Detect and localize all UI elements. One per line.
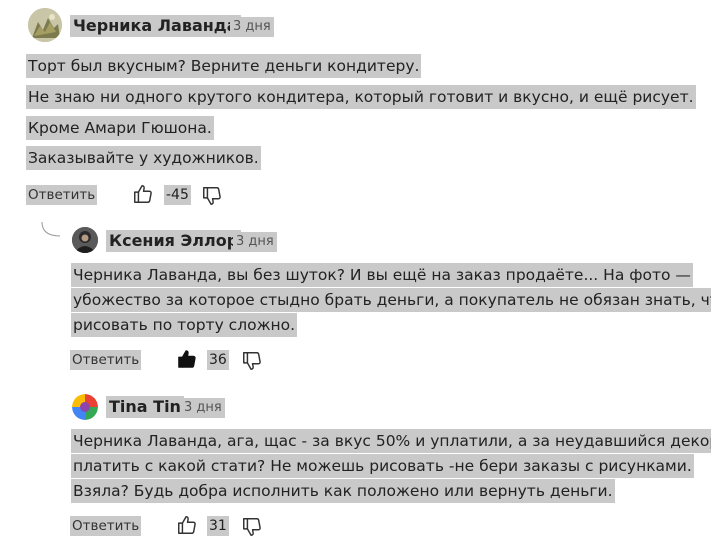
- like-count: -45: [164, 185, 191, 205]
- thumbs-down-outline-icon[interactable]: [241, 516, 263, 538]
- comment-text-line: Кроме Амари Гюшона.: [26, 116, 214, 140]
- comment-text-line: Взяла? Будь добра исполнить как положено…: [71, 479, 615, 503]
- reply-button[interactable]: Ответить: [26, 185, 98, 205]
- avatar[interactable]: [72, 394, 98, 420]
- comment-text-line: Заказывайте у художников.: [26, 146, 261, 170]
- thumbs-up-filled-icon[interactable]: [176, 348, 198, 370]
- avatar[interactable]: [28, 8, 62, 42]
- comment-text-line: Торт был вкусным? Верните деньги кондите…: [26, 54, 422, 78]
- thread-connector: [41, 222, 61, 237]
- like-count: 31: [207, 516, 229, 536]
- author-name[interactable]: Ксения Эллор: [106, 230, 242, 252]
- comment-text-line: рисовать по торту сложно.: [71, 313, 298, 337]
- comment-text-line: Не знаю ни одного крутого кондитера, кот…: [26, 85, 696, 109]
- thumbs-down-outline-icon[interactable]: [241, 350, 263, 372]
- thumbs-up-outline-icon[interactable]: [176, 514, 198, 536]
- reply-button[interactable]: Ответить: [70, 350, 142, 370]
- reply-button[interactable]: Ответить: [70, 516, 142, 536]
- thumbs-up-outline-icon[interactable]: [132, 183, 154, 205]
- author-name[interactable]: Tina Tin: [106, 396, 184, 418]
- avatar[interactable]: [72, 227, 98, 253]
- comment-date: 3 дня: [233, 232, 277, 252]
- like-count: 36: [207, 350, 229, 370]
- comment-text-line: платить с какой стати? Не можешь рисоват…: [71, 454, 694, 478]
- author-name[interactable]: Черника Лаванда: [70, 15, 241, 37]
- comment-text-line: Черника Лаванда, ага, щас - за вкус 50% …: [71, 429, 711, 453]
- comment-text-line: Черника Лаванда, вы без шуток? И вы ещё …: [71, 263, 693, 287]
- thumbs-down-outline-icon[interactable]: [201, 185, 223, 207]
- comment-date: 3 дня: [181, 398, 225, 418]
- comment-text-line: убожество за которое стыдно брать деньги…: [71, 288, 711, 312]
- comment-date: 3 дня: [230, 17, 274, 37]
